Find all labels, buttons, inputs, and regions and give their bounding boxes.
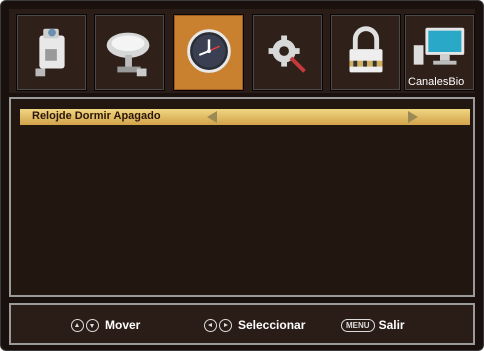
tab-channels-bio-label: CanalesBio [408,76,465,88]
menu-item-sleep-timer-label: Relojde Dormir Apagado [32,110,161,122]
arrow-left-icon[interactable] [207,111,217,123]
hint-select: Seleccionar [204,316,305,334]
up-button-icon [71,318,84,332]
menu-key-icon: MENU [341,318,375,332]
hint-select-label: Seleccionar [238,318,306,332]
clock-icon [187,29,231,73]
arrow-right-icon[interactable] [408,111,418,123]
hint-exit-label: Salir [378,318,405,332]
menu-item-sleep-timer[interactable]: Relojde Dormir Apagado [20,109,470,125]
right-button-icon [219,318,232,332]
menu-content-panel: Relojde Dormir Apagado [9,97,475,297]
satellite-dish-icon [106,32,150,77]
tab-lock[interactable] [330,14,401,91]
tab-channel[interactable] [94,14,165,91]
tab-video[interactable] [16,14,87,91]
tv-osd-frame: CanalesBio Relojde Dormir Apagado Mover … [0,0,484,351]
hint-move: Mover [71,316,140,334]
left-button-icon [204,318,217,332]
camcorder-icon [35,28,65,77]
gear-tool-icon [268,35,306,73]
tab-channels-bio[interactable]: CanalesBio [404,14,475,91]
tab-bar: CanalesBio [9,9,475,93]
padlock-icon [349,26,383,73]
hint-move-label: Mover [105,318,141,332]
tab-setup[interactable] [252,14,323,91]
hint-exit: MENU Salir [341,316,405,334]
footer-hint-bar: Mover Seleccionar MENU Salir [9,303,475,345]
down-button-icon [86,318,99,332]
tab-time[interactable] [173,14,244,91]
